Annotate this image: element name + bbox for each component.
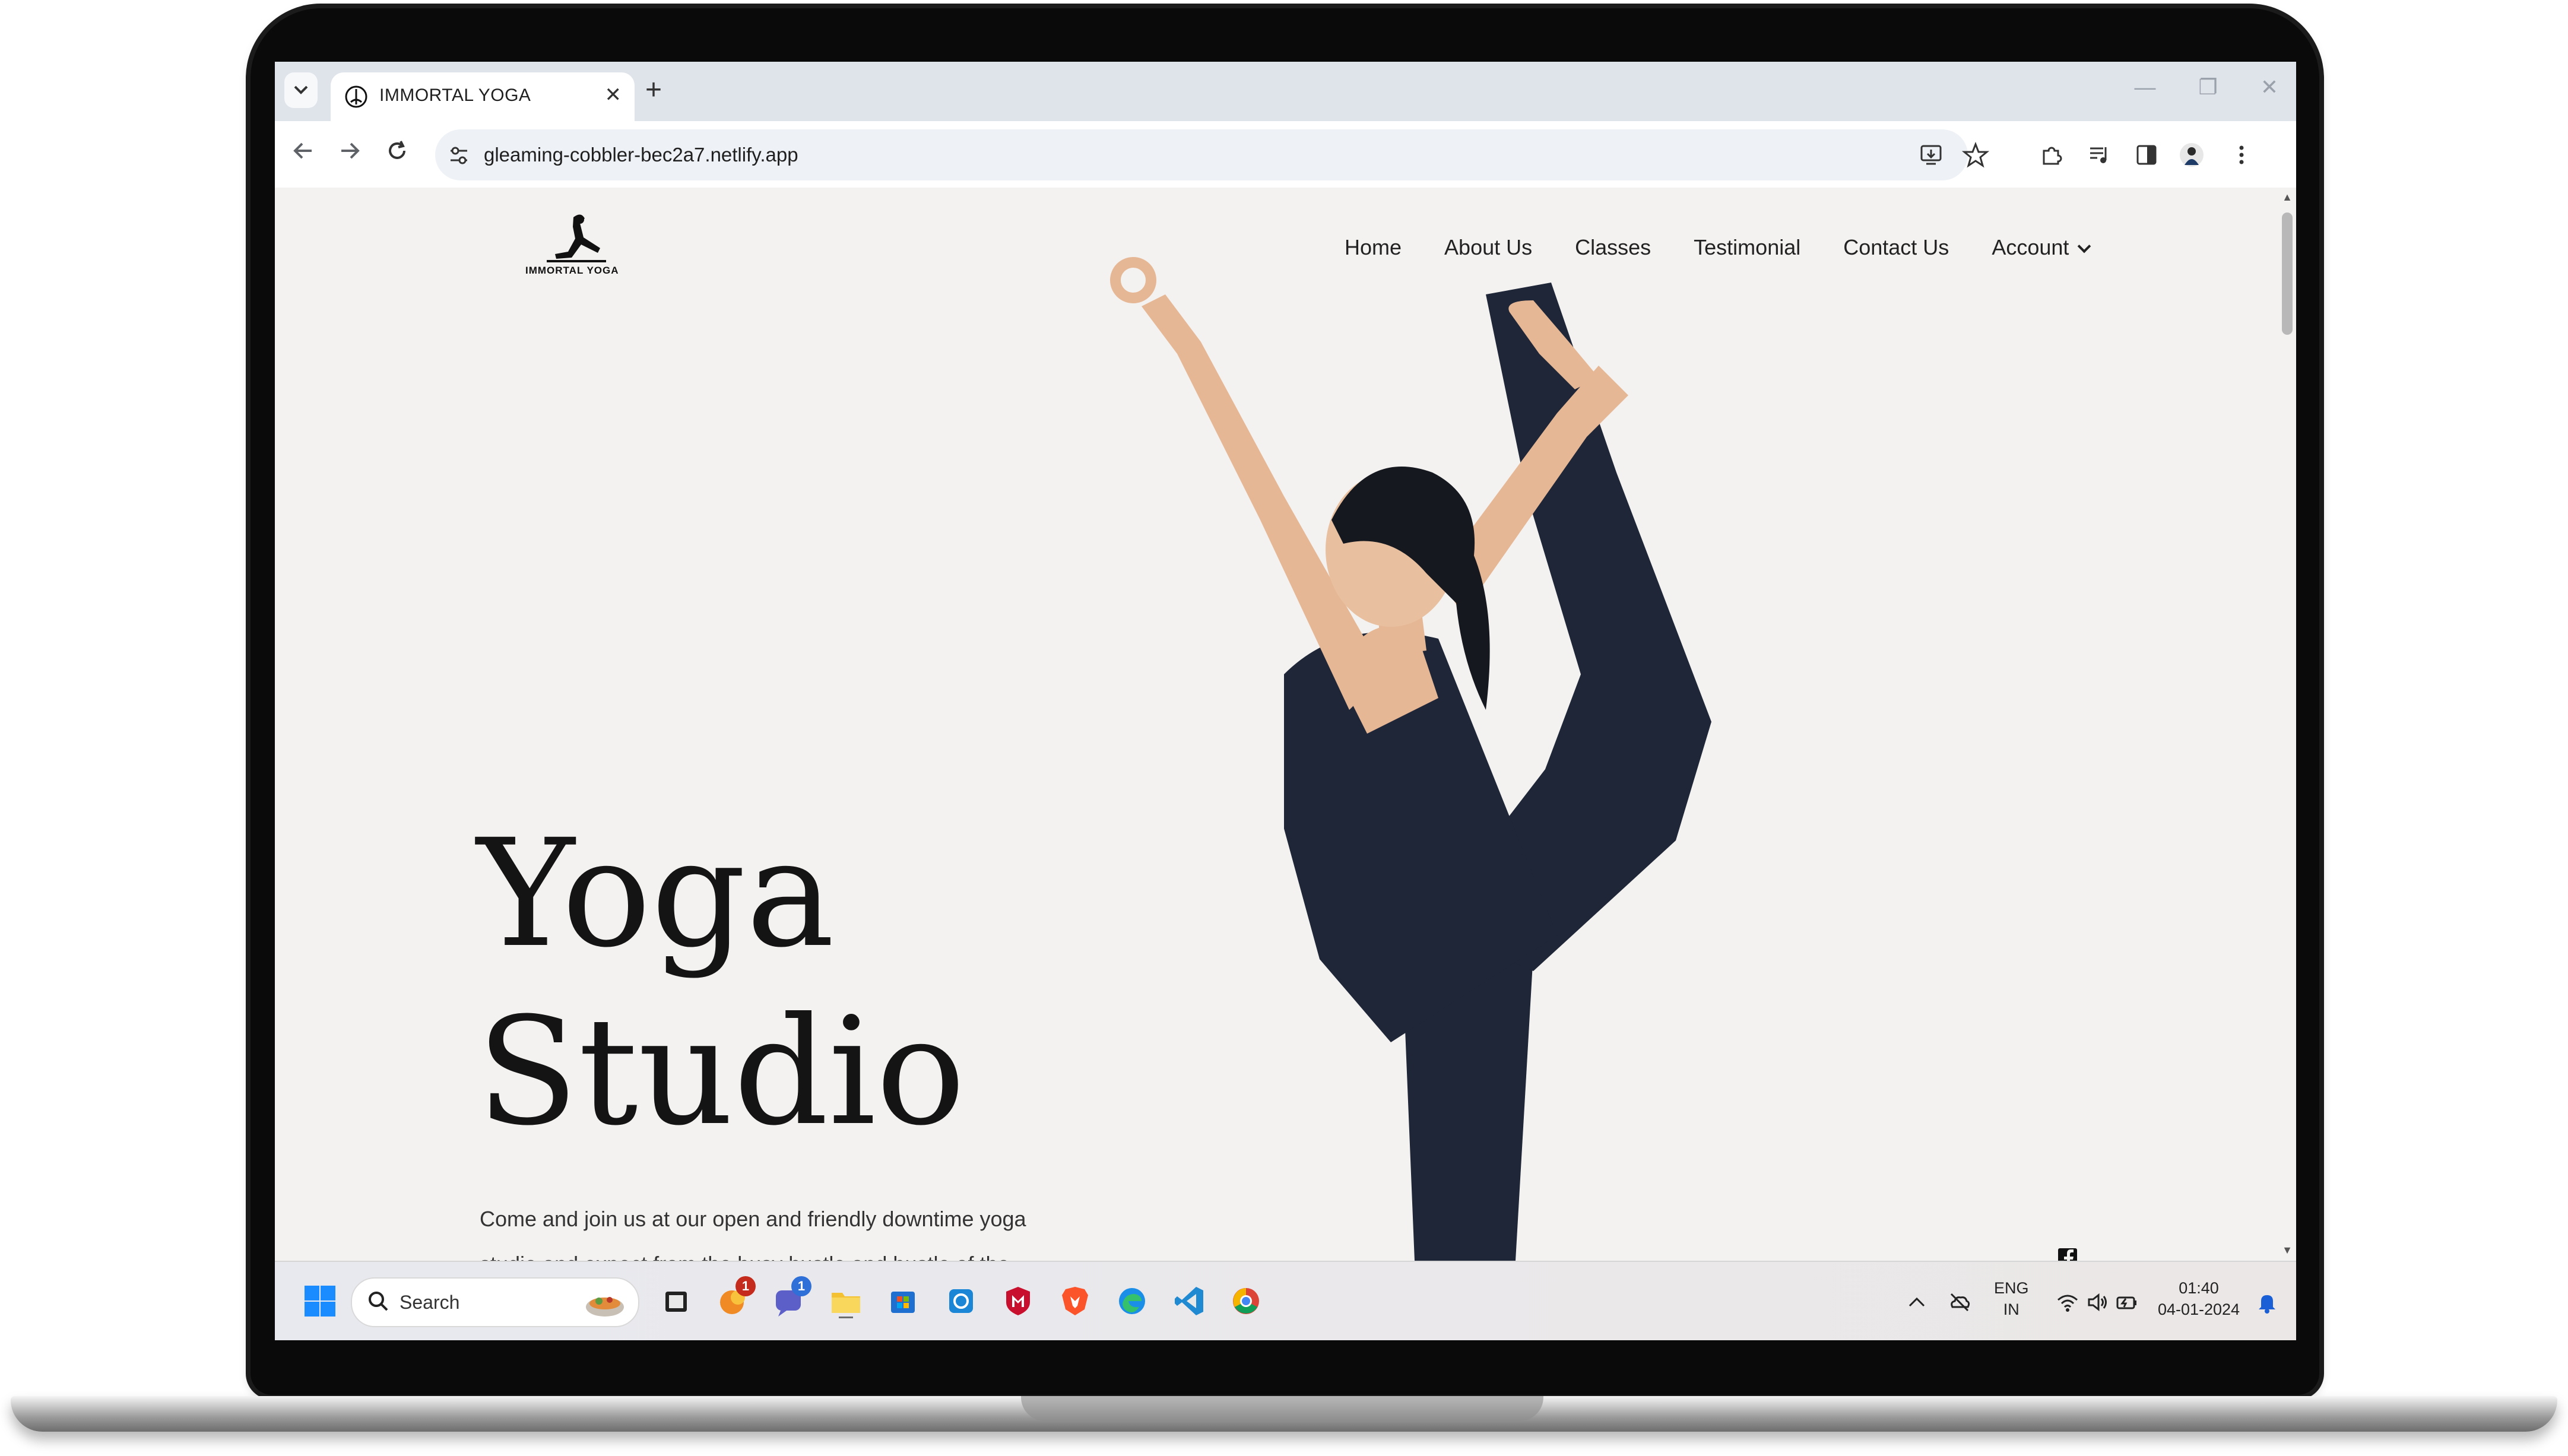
bookmark-star-icon[interactable] [1962, 141, 1989, 169]
windows-start-icon[interactable] [303, 1284, 337, 1318]
task-view-icon[interactable] [658, 1283, 694, 1319]
clock[interactable]: 01:40 04-01-2024 [2154, 1277, 2243, 1320]
minimize-button[interactable]: — [2135, 75, 2156, 100]
edge-browser-icon[interactable] [1114, 1283, 1150, 1319]
search-icon [369, 1292, 388, 1311]
show-hidden-icons-chevron-icon[interactable] [1905, 1290, 1929, 1314]
nav-contact-us[interactable]: Contact Us [1843, 235, 1949, 260]
url-text[interactable]: gleaming-cobbler-bec2a7.netlify.app [484, 144, 798, 166]
nav-testimonial[interactable]: Testimonial [1694, 235, 1800, 260]
mcafee-shield-icon[interactable] [1000, 1283, 1036, 1319]
back-button[interactable] [291, 137, 315, 172]
page-scrollbar[interactable]: ▲ ▼ [2280, 188, 2296, 1261]
install-app-icon[interactable] [1918, 141, 1945, 169]
window-close-button[interactable]: ✕ [2261, 75, 2278, 100]
extensions-icon[interactable] [2039, 142, 2064, 167]
site-navigation: Home About Us Classes Testimonial Contac… [1345, 235, 2091, 260]
scroll-up-arrow-icon[interactable]: ▲ [2282, 191, 2293, 204]
nav-classes[interactable]: Classes [1575, 235, 1651, 260]
browser-tab-active[interactable]: IMMORTAL YOGA ✕ [331, 72, 635, 122]
laptop-notch [1021, 1396, 1543, 1421]
nav-home[interactable]: Home [1345, 235, 1402, 260]
chevron-down-icon [2078, 239, 2091, 253]
reload-button[interactable] [385, 137, 409, 172]
hero-title: Yoga Studio [477, 805, 965, 1161]
onedrive-offline-icon[interactable] [1948, 1290, 1971, 1314]
search-highlight-icon [586, 1297, 624, 1317]
browser-tab-strip: IMMORTAL YOGA ✕ + — ❐ ✕ [275, 62, 2296, 122]
tab-close-icon[interactable]: ✕ [605, 83, 622, 107]
facebook-icon[interactable] [2057, 1248, 2078, 1261]
restore-button[interactable]: ❐ [2199, 75, 2218, 100]
microsoft-store-icon[interactable] [885, 1283, 921, 1319]
windows-taskbar: Search 1 1 ENG IN 01:40 04-01-2024 [275, 1261, 2296, 1340]
profile-avatar[interactable] [2179, 142, 2204, 167]
window-controls: — ❐ ✕ [2135, 75, 2278, 100]
forward-arrow-icon [341, 142, 360, 159]
forward-button[interactable] [338, 137, 362, 172]
site-settings-icon[interactable] [447, 144, 471, 167]
media-controls-icon[interactable] [2087, 142, 2112, 167]
taskbar-search-box[interactable]: Search [351, 1277, 639, 1327]
tab-title: IMMORTAL YOGA [379, 85, 531, 105]
more-menu-icon[interactable] [2229, 142, 2254, 167]
wifi-icon[interactable] [2056, 1290, 2079, 1314]
notification-bell-icon[interactable] [2255, 1290, 2279, 1314]
volume-icon[interactable] [2085, 1290, 2109, 1314]
web-page: IMMORTAL YOGA Home About Us Classes Test… [275, 188, 2296, 1261]
hero-title-line2: Studio [477, 985, 966, 1158]
hero-title-line1: Yoga [477, 807, 835, 980]
vscode-icon[interactable] [1171, 1283, 1207, 1319]
scrollbar-thumb[interactable] [2282, 212, 2293, 335]
nav-account[interactable]: Account [1992, 235, 2091, 260]
nav-account-label: Account [1992, 235, 2069, 259]
side-panel-icon[interactable] [2134, 142, 2159, 167]
hero-description: Come and join us at our open and friendl… [480, 1207, 1026, 1261]
notification-badge: 1 [791, 1276, 811, 1296]
reload-icon [389, 141, 405, 159]
new-tab-button[interactable]: + [645, 72, 662, 108]
app-blue-square-icon[interactable] [943, 1283, 979, 1319]
tab-search-button[interactable] [284, 72, 318, 108]
notification-badge: 1 [735, 1276, 756, 1296]
yoga-favicon-icon [345, 85, 367, 108]
clock-time: 01:40 [2179, 1279, 2219, 1297]
browser-toolbar: gleaming-cobbler-bec2a7.netlify.app [275, 121, 2296, 189]
screen: IMMORTAL YOGA ✕ + — ❐ ✕ gleaming-cobbler… [275, 62, 2296, 1340]
chrome-browser-icon[interactable] [1228, 1283, 1264, 1319]
chat-app[interactable]: 1 [771, 1276, 811, 1319]
language-region: IN [2003, 1300, 2019, 1318]
clock-date: 04-01-2024 [2157, 1300, 2240, 1318]
scroll-down-arrow-icon[interactable]: ▼ [2282, 1244, 2293, 1257]
back-arrow-icon [293, 142, 312, 159]
battery-icon[interactable] [2115, 1290, 2139, 1314]
logo-text: IMMORTAL YOGA [525, 265, 619, 276]
brave-browser-icon[interactable] [1057, 1283, 1093, 1319]
chevron-down-icon [294, 85, 308, 94]
widgets-app[interactable]: 1 [715, 1276, 756, 1319]
taskbar-search-placeholder: Search [400, 1292, 460, 1313]
nav-about-us[interactable]: About Us [1444, 235, 1532, 260]
language-code: ENG [1994, 1279, 2029, 1297]
address-bar[interactable]: gleaming-cobbler-bec2a7.netlify.app [435, 129, 1989, 180]
file-explorer-icon[interactable] [828, 1283, 864, 1319]
language-indicator[interactable]: ENG IN [1994, 1277, 2029, 1320]
